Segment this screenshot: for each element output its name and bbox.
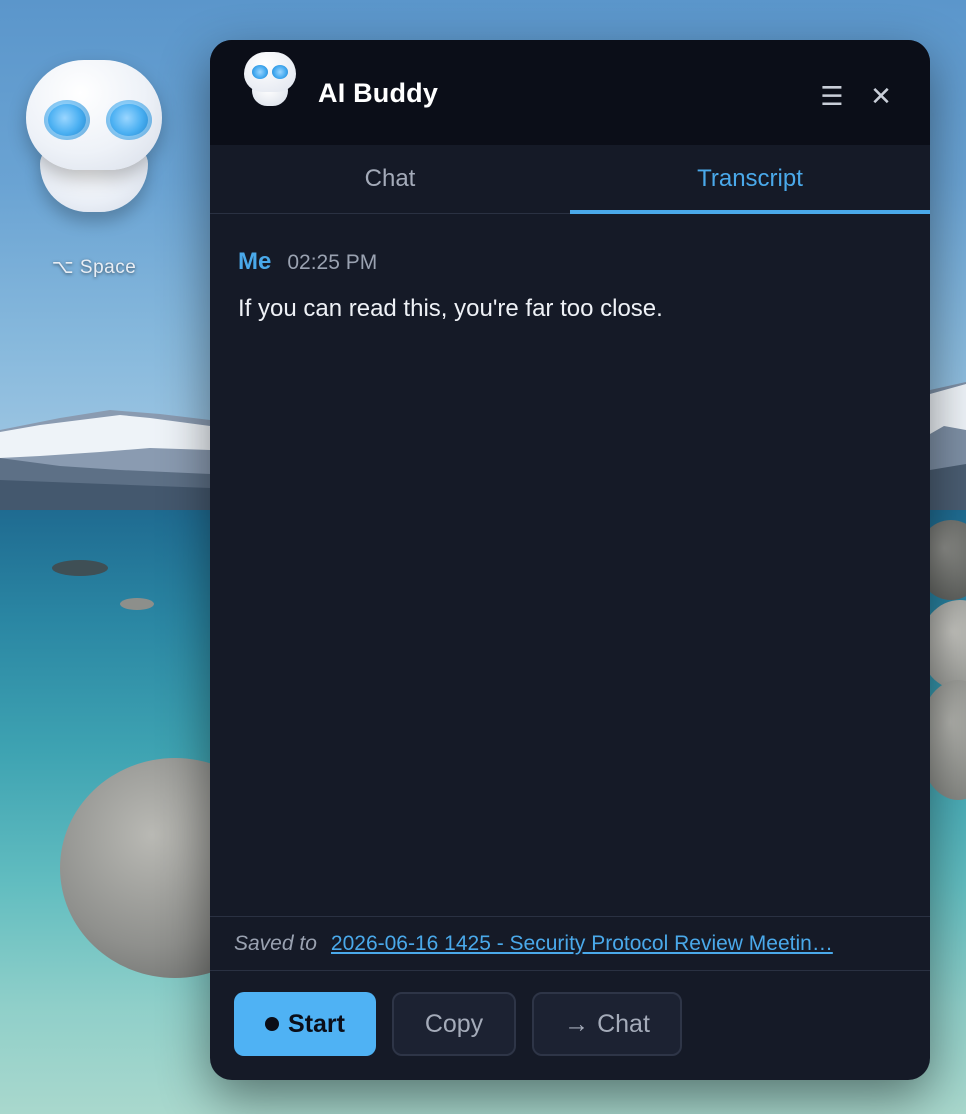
window-title: AI Buddy: [318, 78, 439, 108]
buddy-eye-icon: [106, 100, 152, 140]
buddy-head: [26, 60, 162, 170]
menu-icon[interactable]: ☰: [812, 76, 852, 116]
speaker-label: Me: [238, 248, 272, 275]
desktop-buddy-widget[interactable]: [22, 56, 166, 216]
transcript-panel: Me 02:25 PM If you can read this, you're…: [210, 214, 930, 916]
saved-to-label: Saved to: [234, 931, 317, 955]
saved-location-bar: Saved to 2026-06-16 1425 - Security Prot…: [210, 916, 930, 971]
entry-timestamp: 02:25 PM: [287, 251, 378, 274]
transcript-entry-text: If you can read this, you're far too clo…: [238, 295, 663, 322]
tab-transcript[interactable]: Transcript: [570, 145, 930, 214]
copy-button-label: Copy: [424, 1009, 484, 1038]
start-button-label: Start: [288, 1009, 345, 1038]
tab-bar: Chat Transcript: [210, 145, 930, 214]
send-to-chat-label: Chat: [597, 1009, 650, 1038]
close-icon[interactable]: ✕: [861, 76, 901, 116]
saved-file-link[interactable]: 2026-06-16 1425 - Security Protocol Revi…: [331, 932, 833, 956]
wallpaper-rock: [120, 598, 154, 610]
widget-shortcut-label: ⌥ Space: [51, 257, 137, 278]
ai-buddy-window: AI Buddy ☰ ✕ Chat Transcript Me 02:25 PM…: [210, 40, 930, 1080]
action-bar: Start Copy → Chat: [210, 971, 930, 1080]
buddy-logo-icon: [244, 52, 296, 108]
send-to-chat-button[interactable]: → Chat: [532, 992, 682, 1056]
copy-button[interactable]: Copy: [392, 992, 516, 1056]
record-dot-icon: [265, 1017, 280, 1031]
tab-chat[interactable]: Chat: [210, 145, 570, 213]
title-bar: AI Buddy ☰ ✕: [210, 40, 930, 145]
transcript-entry-header: Me 02:25 PM: [238, 248, 377, 276]
arrow-right-icon: →: [564, 1009, 590, 1038]
buddy-eye-icon: [44, 100, 90, 140]
start-button[interactable]: Start: [234, 992, 376, 1056]
wallpaper-rock: [52, 560, 108, 576]
